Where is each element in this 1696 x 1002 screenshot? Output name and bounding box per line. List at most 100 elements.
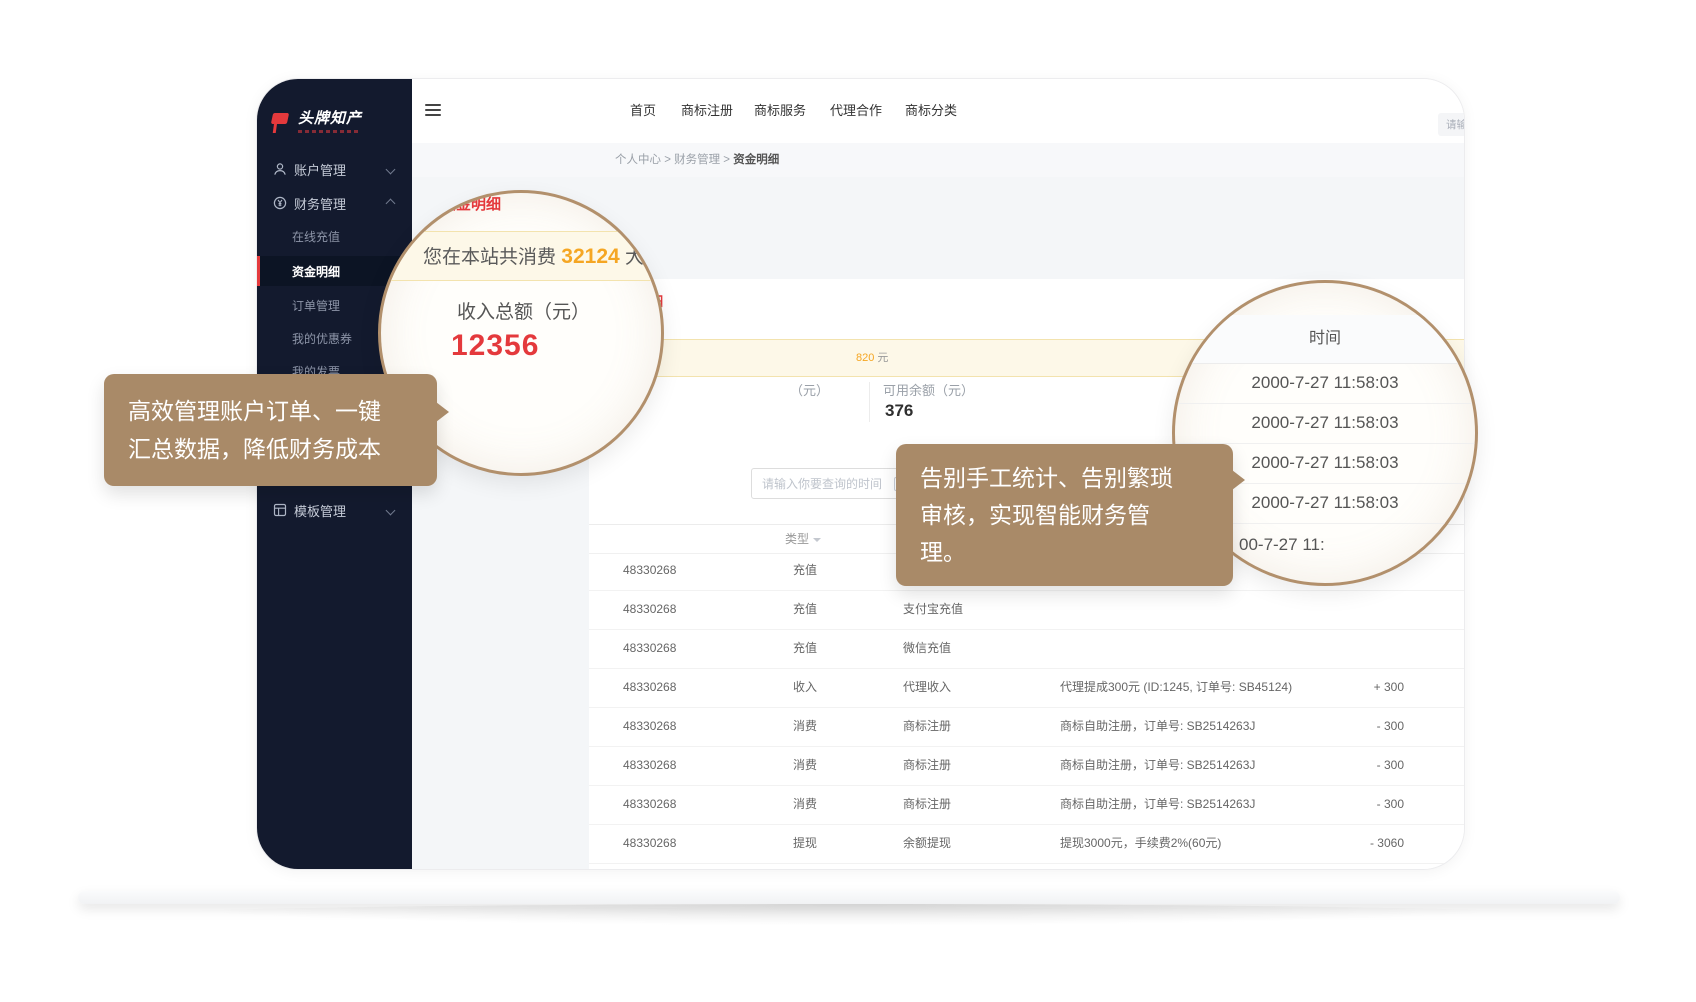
cell-order: 48330268	[623, 668, 676, 707]
chevron-down-icon	[386, 164, 396, 174]
cell-amount: - 300	[1304, 785, 1404, 824]
sidebar-subitem-orders[interactable]: 订单管理	[292, 292, 340, 318]
tooltip-left: 高效管理账户订单、一键 汇总数据，降低财务成本	[104, 374, 437, 486]
consumption-banner-text: 820 元	[856, 339, 888, 377]
cell-project: 商标注册	[903, 707, 951, 746]
cell-order: 48330268	[623, 785, 676, 824]
cell-type: 提现	[793, 824, 817, 863]
cell-project: 商标注册	[903, 746, 951, 785]
tooltip-left-line1: 高效管理账户订单、一键	[128, 392, 437, 430]
time-column-header: 时间	[1175, 315, 1475, 364]
stat-balance-label: 可用余额（元）	[883, 380, 974, 399]
brand-logo-subline	[298, 130, 358, 133]
cell-order: 48330268	[623, 824, 676, 863]
cell-desc: 代理提成300元 (ID:1245, 订单号: SB45124)	[1060, 668, 1292, 707]
cell-order: 48330268	[623, 551, 676, 590]
consumption-amount: 820	[856, 352, 874, 364]
active-indicator	[257, 256, 260, 286]
table-row: 48330268 消费 商标注册 商标自助注册，订单号: SB2514263J …	[589, 707, 1465, 747]
sidebar-item-templates[interactable]: 模板管理	[257, 496, 412, 524]
cell-type: 收入	[793, 668, 817, 707]
chevron-up-icon	[386, 198, 396, 208]
cell-order: 48330268	[623, 590, 676, 629]
stat-divider	[869, 382, 870, 422]
cell-order: 48330268	[623, 746, 676, 785]
chevron-down-icon	[386, 505, 396, 515]
cell-project: 支付宝充值	[903, 590, 963, 629]
table-row: 48330268 提现 余额提现 提现3000元，手续费2%(60元) - 30…	[589, 824, 1465, 864]
time-value-partial: 00-7-27 11:	[1239, 535, 1325, 555]
brand-logo[interactable]: 头牌知产	[270, 111, 362, 135]
sidebar-subitem-label: 我的优惠券	[292, 330, 352, 347]
sidebar-item-label: 账户管理	[294, 160, 346, 179]
stat-balance-value: 376	[885, 401, 913, 421]
table-row: 48330268 收入 代理收入 代理提成300元 (ID:1245, 订单号:…	[589, 668, 1465, 708]
nav-tab-agent[interactable]: 代理合作	[830, 79, 882, 143]
nav-tab-classification[interactable]: 商标分类	[905, 79, 957, 143]
cell-amount: - 300	[1304, 746, 1404, 785]
user-icon	[273, 162, 287, 176]
sidebar-subitem-label: 订单管理	[292, 297, 340, 314]
sidebar-item-label: 财务管理	[294, 194, 346, 213]
table-row: 48330268 充值 微信充值	[589, 629, 1465, 669]
template-icon	[273, 503, 287, 517]
top-navbar: 首页 商标注册 商标服务 代理合作 商标分类	[412, 79, 1464, 144]
cell-desc: 提现3000元，手续费2%(60元)	[1060, 824, 1221, 863]
breadcrumb: 个人中心 > 财务管理 > 资金明细	[615, 143, 779, 177]
finance-icon	[273, 196, 287, 210]
magnified-banner: 您在本站共消费 32124 大	[381, 231, 661, 281]
sort-caret-icon	[813, 538, 821, 542]
cell-type: 消费	[793, 746, 817, 785]
brand-logo-icon	[270, 111, 292, 135]
sidebar-subitem-recharge[interactable]: 在线充值	[292, 223, 340, 249]
magnified-card-title: 资金明细	[441, 193, 501, 214]
sidebar-subitem-coupons[interactable]: 我的优惠券	[292, 325, 352, 351]
hamburger-menu-icon[interactable]	[425, 104, 441, 116]
cell-desc: 商标自助注册，订单号: SB2514263J	[1060, 746, 1255, 785]
cell-type: 消费	[793, 785, 817, 824]
cell-amount: + 300	[1304, 668, 1404, 707]
cell-project: 代理收入	[903, 668, 951, 707]
tooltip-left-line2: 汇总数据，降低财务成本	[128, 430, 437, 468]
sidebar-item-label: 模板管理	[294, 501, 346, 520]
cell-order: 48330268	[623, 707, 676, 746]
breadcrumb-bar: 个人中心 > 财务管理 > 资金明细	[412, 143, 1464, 177]
table-header-type[interactable]: 类型	[785, 525, 821, 553]
cell-type: 充值	[793, 551, 817, 590]
nav-tab-trademark-register[interactable]: 商标注册	[681, 79, 733, 143]
cell-project: 微信充值	[903, 629, 951, 668]
cell-project: 商标注册	[903, 785, 951, 824]
laptop-base-shadow	[140, 904, 1560, 926]
magnified-banner-prefix: 您在本站共消费	[423, 247, 561, 268]
time-value: 2000-7-27 11:58:03	[1175, 363, 1475, 404]
cell-desc: 商标自助注册，订单号: SB2514263J	[1060, 707, 1255, 746]
brand-logo-text: 头牌知产	[298, 111, 362, 127]
cell-type: 充值	[793, 629, 817, 668]
table-row: 48330268 消费 商标注册 商标自助注册，订单号: SB2514263J …	[589, 746, 1465, 786]
table-row: 48330268 消费 商标注册 商标自助注册，订单号: SB2514263J …	[589, 785, 1465, 825]
sidebar-subitem-label: 资金明细	[292, 263, 340, 280]
nav-tab-home[interactable]: 首页	[630, 79, 656, 143]
nav-tab-trademark-service[interactable]: 商标服务	[754, 79, 806, 143]
breadcrumb-parents[interactable]: 个人中心 > 财务管理 >	[615, 154, 733, 166]
cell-amount: - 300	[1304, 707, 1404, 746]
trademark-search-input[interactable]	[1438, 113, 1465, 136]
sidebar-subitem-label: 在线充值	[292, 228, 340, 245]
income-total-label: 收入总额（元）	[457, 297, 590, 324]
cell-type: 消费	[793, 707, 817, 746]
consumption-unit: 元	[874, 352, 888, 364]
breadcrumb-current: 资金明细	[733, 154, 779, 166]
laptop-base	[78, 891, 1620, 904]
tooltip-right: 告别手工统计、告别繁琐 审核，实现智能财务管 理。	[896, 444, 1233, 586]
sidebar-item-account[interactable]: 账户管理	[257, 155, 412, 183]
magnified-banner-suffix: 大	[620, 247, 644, 268]
stat-mid-label: （元）	[790, 380, 829, 399]
tooltip-right-line3: 理。	[920, 534, 1233, 571]
cell-desc: 商标自助注册，订单号: SB2514263J	[1060, 785, 1255, 824]
time-value: 2000-7-27 11:58:03	[1175, 403, 1475, 444]
page: 头牌知产 账户管理 财务管理	[0, 0, 1696, 1002]
cell-type: 充值	[793, 590, 817, 629]
tooltip-right-line2: 审核，实现智能财务管	[920, 497, 1233, 534]
tooltip-right-line1: 告别手工统计、告别繁琐	[920, 460, 1233, 497]
sidebar-item-finance[interactable]: 财务管理	[257, 189, 412, 217]
